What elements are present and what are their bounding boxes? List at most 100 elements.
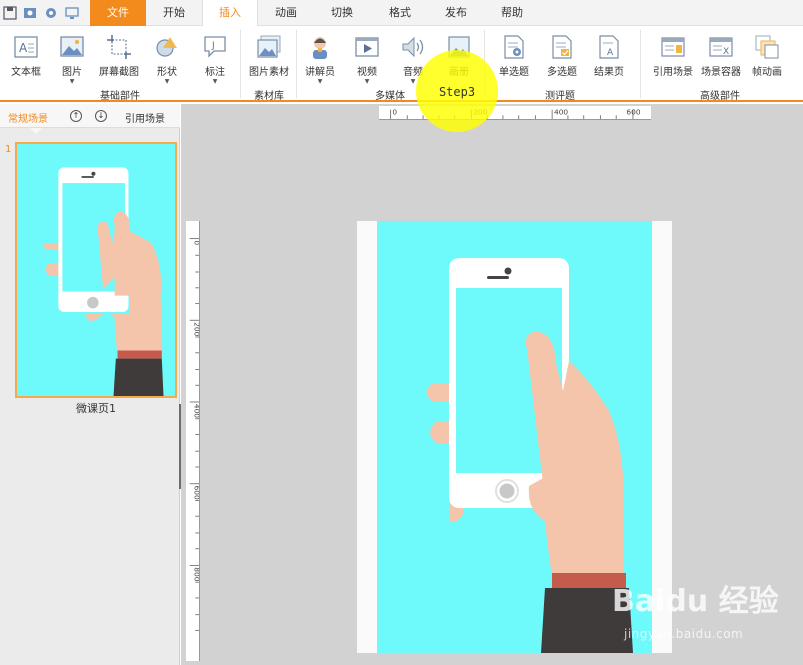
slide-background-image[interactable] (377, 221, 652, 653)
ref-scene-icon (661, 37, 685, 57)
ruler-label: 0 (392, 107, 397, 116)
shape-button[interactable]: 形状 ▼ (150, 34, 184, 85)
video-icon (355, 37, 379, 57)
single-choice-button[interactable]: 单选题 (494, 34, 534, 78)
hand-phone-illustration (17, 144, 175, 396)
textbox-button[interactable]: A 文本框 (6, 34, 46, 78)
group-label-quiz: 测评题 (545, 91, 575, 102)
watermark-url: jingyan.baidu.com (624, 627, 744, 641)
settings-icon[interactable] (44, 6, 58, 20)
image-label: 图片 (62, 67, 82, 78)
shape-label: 形状 (157, 67, 177, 78)
chevron-down-icon: ▼ (317, 78, 323, 85)
preview-icon[interactable] (23, 6, 37, 20)
ribbon-separator (640, 30, 641, 98)
frame-anim-label: 帧动画 (752, 67, 782, 78)
tab-pointer (30, 128, 42, 134)
monitor-icon[interactable] (65, 6, 79, 20)
watermark-brand: Baidu 经验 (612, 584, 779, 619)
textbox-icon: A (14, 36, 38, 58)
chevron-down-icon: ▼ (212, 78, 218, 85)
hand-phone-illustration (377, 221, 652, 653)
ribbon-insert-panel: A 文本框 图片 ▼ 屏幕截图 形状 ▼ J 标注 ▼ 基础部件 图片素材 素材… (0, 26, 803, 102)
slide-number: 1 (5, 144, 12, 155)
svg-text:J: J (211, 41, 215, 51)
result-page-label: 结果页 (594, 67, 624, 78)
move-down-icon[interactable]: ↓ (95, 110, 107, 122)
baidu-watermark: Baidu 经验 jingyan.baidu.com (612, 575, 782, 655)
multi-choice-label: 多选题 (547, 67, 577, 78)
chevron-down-icon: ▼ (164, 78, 170, 85)
tab-insert[interactable]: 插入 (202, 0, 258, 27)
chevron-down-icon: ▼ (364, 78, 370, 85)
image-material-button[interactable]: 图片素材 (244, 34, 294, 78)
frame-animation-icon (755, 35, 779, 59)
group-label-library: 素材库 (254, 91, 284, 102)
ruler-label: 200 (192, 322, 200, 336)
result-page-icon: A (599, 35, 619, 59)
scene-panel: 常规场景 ↑ ↓ 引用场景 1 微课页1 (0, 104, 180, 665)
callout-label: 标注 (205, 67, 225, 78)
single-choice-icon (504, 35, 524, 59)
step-highlight-bubble: Step3 (416, 50, 498, 132)
ruler-label: 600 (626, 107, 640, 116)
multi-choice-button[interactable]: 多选题 (542, 34, 582, 78)
screenshot-label: 屏幕截图 (99, 67, 139, 78)
step-label: Step3 (438, 85, 476, 99)
save-icon[interactable] (3, 6, 17, 20)
ribbon-tab-bar: 文件 开始 插入 动画 切换 格式 发布 帮助 (0, 0, 803, 27)
callout-button[interactable]: J 标注 ▼ (198, 34, 232, 85)
tab-file[interactable]: 文件 (90, 0, 146, 26)
tab-home[interactable]: 开始 (150, 0, 198, 26)
ruler-label: 400 (554, 107, 568, 116)
frame-anim-button[interactable]: 帧动画 (748, 34, 786, 78)
slide-label: 微课页1 (76, 402, 116, 415)
baidu-logo: Baidu 经验 (612, 584, 779, 619)
shape-icon (156, 37, 177, 57)
speaker-icon (402, 36, 424, 58)
scene-panel-header: 常规场景 ↑ ↓ 引用场景 (0, 104, 180, 128)
tab-animation[interactable]: 动画 (262, 0, 310, 26)
narrator-button[interactable]: 讲解员 ▼ (300, 34, 340, 85)
ref-scene-label: 引用场景 (653, 67, 693, 78)
result-page-button[interactable]: A 结果页 (590, 34, 628, 78)
tab-transition[interactable]: 切换 (318, 0, 366, 26)
tab-reference-scene[interactable]: 引用场景 (125, 110, 165, 125)
scene-container-button[interactable]: X 场景容器 (698, 34, 744, 78)
tab-help[interactable]: 帮助 (488, 0, 536, 26)
scene-container-icon: X (709, 37, 733, 57)
tab-publish[interactable]: 发布 (432, 0, 480, 26)
single-choice-label: 单选题 (499, 67, 529, 78)
ref-scene-button[interactable]: 引用场景 (648, 34, 698, 78)
tab-regular-scene[interactable]: 常规场景 (8, 110, 48, 125)
image-button[interactable]: 图片 ▼ (54, 34, 90, 85)
callout-icon: J (204, 36, 226, 58)
ruler-label: 800 (192, 567, 200, 581)
image-icon (60, 36, 84, 57)
ruler-label: 0 (192, 240, 200, 245)
video-label: 视频 (357, 67, 377, 78)
group-label-advanced: 高级部件 (700, 91, 740, 102)
svg-text:X: X (723, 47, 729, 57)
narrator-icon (313, 37, 327, 59)
slide-thumbnail[interactable] (15, 142, 177, 398)
textbox-label: 文本框 (11, 67, 41, 78)
scene-container-label: 场景容器 (701, 67, 741, 78)
ribbon-separator (240, 30, 241, 98)
ribbon-separator (296, 30, 297, 98)
ruler-label: 400 (192, 404, 200, 418)
crop-icon (107, 35, 131, 59)
group-label-basic: 基础部件 (100, 91, 140, 102)
svg-text:A: A (19, 41, 28, 55)
svg-text:A: A (607, 48, 614, 58)
ruler-label: 600 (192, 486, 200, 500)
multi-choice-icon (552, 35, 572, 59)
move-up-icon[interactable]: ↑ (70, 110, 82, 122)
screenshot-button[interactable]: 屏幕截图 (96, 34, 142, 78)
image-material-label: 图片素材 (249, 67, 289, 78)
tab-format[interactable]: 格式 (376, 0, 424, 26)
video-button[interactable]: 视频 ▼ (350, 34, 384, 85)
chevron-down-icon: ▼ (69, 78, 75, 85)
vertical-ruler: 0 200 400 600 800 (186, 221, 200, 661)
image-library-icon (257, 35, 281, 58)
